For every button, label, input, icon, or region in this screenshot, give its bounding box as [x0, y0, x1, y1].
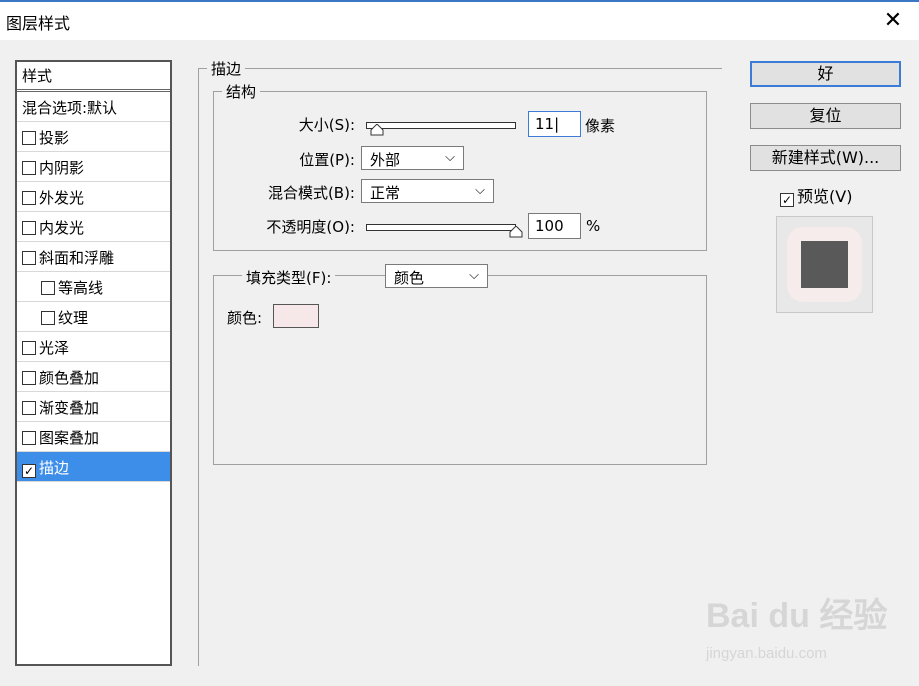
- opacity-slider[interactable]: [366, 224, 516, 231]
- dialog-body: 样式 混合选项:默认投影内阴影外发光内发光斜面和浮雕等高线纹理光泽颜色叠加渐变叠…: [0, 40, 919, 686]
- watermark-url: jingyan.baidu.com: [706, 645, 827, 662]
- size-unit: 像素: [585, 117, 616, 135]
- checkbox-icon[interactable]: [22, 131, 36, 145]
- style-list-item[interactable]: 光泽: [17, 332, 170, 362]
- color-label: 颜色:: [227, 309, 263, 327]
- fill-type-label: 填充类型(F):: [242, 267, 336, 288]
- chevron-down-icon: ⌵: [475, 183, 485, 198]
- preview-thumbnail: [776, 216, 873, 313]
- structure-group-title: 结构: [222, 81, 261, 102]
- preview-stroke: [787, 227, 862, 302]
- fill-type-select[interactable]: 颜色 ⌵: [385, 264, 488, 288]
- size-input[interactable]: 11|: [528, 111, 581, 137]
- ok-button[interactable]: 好: [750, 61, 901, 87]
- style-list-item[interactable]: 等高线: [17, 272, 170, 302]
- style-list-item-label: 渐变叠加: [39, 399, 100, 417]
- opacity-slider-thumb[interactable]: [509, 226, 523, 238]
- preview-label: 预览(V): [797, 187, 853, 206]
- checkbox-icon[interactable]: [22, 161, 36, 175]
- new-style-button[interactable]: 新建样式(W)...: [750, 145, 901, 171]
- checkmark-icon[interactable]: ✓: [780, 193, 794, 207]
- checkmark-icon[interactable]: ✓: [22, 464, 36, 478]
- text-caret: |: [554, 115, 560, 133]
- checkbox-icon[interactable]: [22, 371, 36, 385]
- checkbox-icon[interactable]: [22, 191, 36, 205]
- size-slider-thumb[interactable]: [370, 124, 384, 136]
- position-select[interactable]: 外部 ⌵: [361, 146, 464, 170]
- checkbox-icon[interactable]: [41, 281, 55, 295]
- fill-type-select-value: 颜色: [394, 269, 425, 287]
- opacity-unit: %: [586, 217, 601, 235]
- checkbox-icon[interactable]: [22, 221, 36, 235]
- chevron-down-icon: ⌵: [445, 150, 455, 165]
- blend-mode-select-value: 正常: [370, 184, 401, 202]
- preview-fill: [801, 241, 848, 288]
- style-list-item-label: 斜面和浮雕: [39, 249, 115, 267]
- watermark-logo: Bai du 经验: [706, 597, 888, 635]
- blend-mode-select[interactable]: 正常 ⌵: [361, 179, 494, 203]
- style-list-item-label: 投影: [39, 129, 70, 147]
- reset-button[interactable]: 复位: [750, 103, 901, 129]
- style-list-header[interactable]: 样式: [17, 62, 170, 92]
- position-label: 位置(P):: [299, 151, 355, 169]
- style-list: 样式 混合选项:默认投影内阴影外发光内发光斜面和浮雕等高线纹理光泽颜色叠加渐变叠…: [15, 60, 172, 666]
- style-list-item[interactable]: 渐变叠加: [17, 392, 170, 422]
- style-list-item-label: 颜色叠加: [39, 369, 100, 387]
- style-list-item-label: 内阴影: [39, 159, 85, 177]
- style-list-item[interactable]: 图案叠加: [17, 422, 170, 452]
- style-list-item[interactable]: ✓ 描边: [17, 452, 170, 482]
- style-list-item-label: 外发光: [39, 189, 85, 207]
- stroke-group-title: 描边: [207, 58, 246, 79]
- checkbox-icon[interactable]: [22, 251, 36, 265]
- close-icon[interactable]: ✕: [873, 4, 913, 38]
- style-list-item-label: 内发光: [39, 219, 85, 237]
- color-swatch[interactable]: [273, 304, 319, 328]
- style-list-item-label: 图案叠加: [39, 429, 100, 447]
- checkbox-icon[interactable]: [41, 311, 55, 325]
- preview-checkbox[interactable]: ✓ 预览(V): [780, 183, 852, 207]
- style-list-items: 混合选项:默认投影内阴影外发光内发光斜面和浮雕等高线纹理光泽颜色叠加渐变叠加图案…: [17, 92, 170, 482]
- style-list-item-label: 混合选项:默认: [22, 99, 118, 117]
- window-title: 图层样式: [6, 14, 71, 33]
- size-slider[interactable]: [366, 122, 516, 129]
- chevron-down-icon: ⌵: [469, 268, 479, 283]
- style-list-item[interactable]: 内发光: [17, 212, 170, 242]
- checkbox-icon[interactable]: [22, 341, 36, 355]
- style-list-item-label: 纹理: [58, 309, 89, 327]
- style-list-item[interactable]: 斜面和浮雕: [17, 242, 170, 272]
- style-list-item-label: 等高线: [58, 279, 104, 297]
- style-list-item[interactable]: 颜色叠加: [17, 362, 170, 392]
- checkbox-icon[interactable]: [22, 401, 36, 415]
- checkbox-icon[interactable]: [22, 431, 36, 445]
- size-input-value: 11: [535, 115, 555, 133]
- style-list-item[interactable]: 内阴影: [17, 152, 170, 182]
- style-list-item-label: 光泽: [39, 339, 70, 357]
- title-bar: 图层样式 ✕: [0, 0, 919, 40]
- size-label: 大小(S):: [298, 116, 355, 134]
- style-list-item[interactable]: 混合选项:默认: [17, 92, 170, 122]
- style-list-item[interactable]: 外发光: [17, 182, 170, 212]
- style-list-item-label: 描边: [39, 459, 70, 477]
- position-select-value: 外部: [370, 151, 401, 169]
- style-list-item[interactable]: 纹理: [17, 302, 170, 332]
- opacity-input[interactable]: 100: [528, 213, 581, 239]
- blend-mode-label: 混合模式(B):: [267, 184, 355, 202]
- style-list-item[interactable]: 投影: [17, 122, 170, 152]
- opacity-label: 不透明度(O):: [266, 218, 355, 236]
